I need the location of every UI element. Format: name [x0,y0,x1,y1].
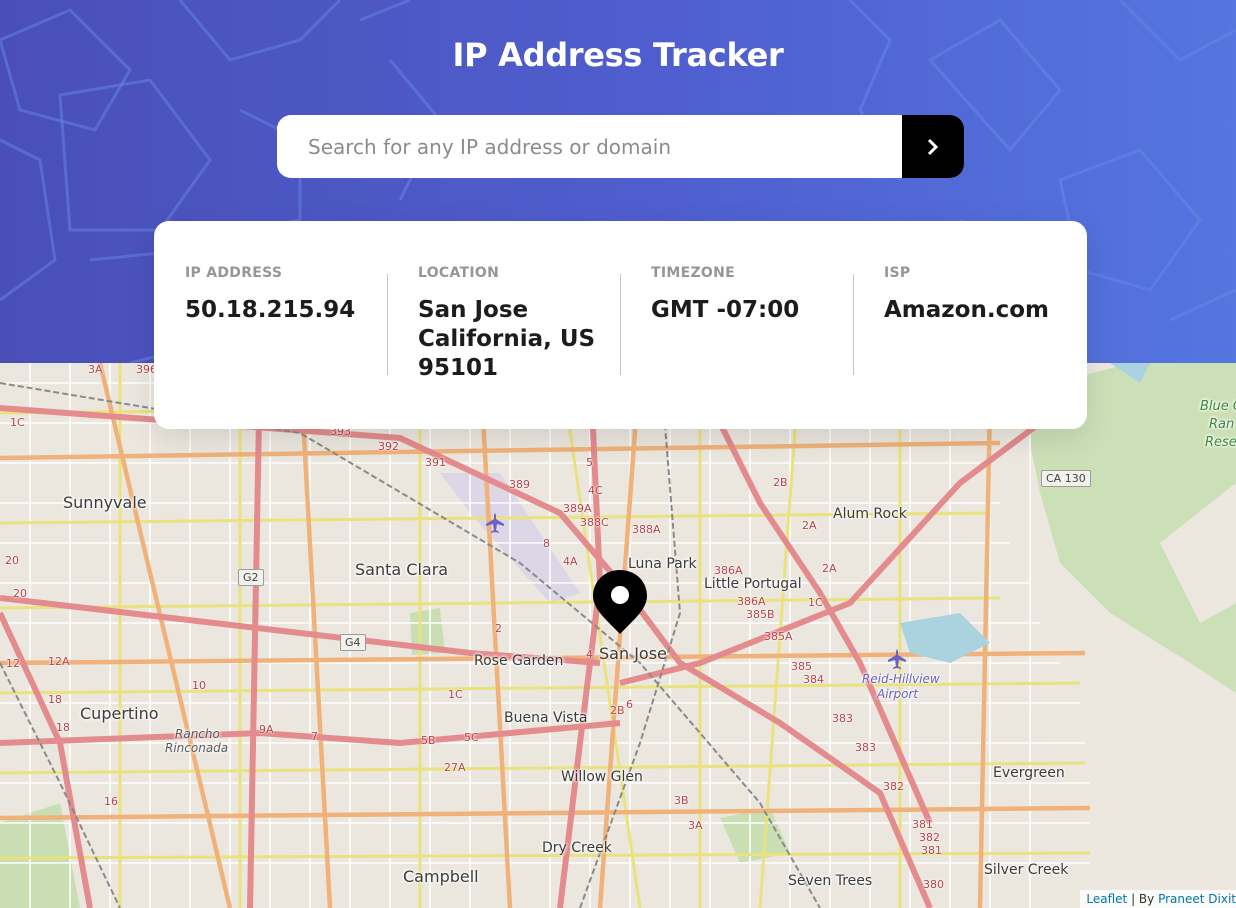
route-number: 5C [464,731,479,744]
route-number: 4C [588,484,603,497]
route-number: 12 [6,657,20,670]
route-number: 383 [832,712,853,725]
route-shield: G2 [238,569,264,586]
place-label: Buena Vista [504,710,588,726]
place-label: Ran [1209,417,1235,432]
route-number: 385A [764,630,793,643]
search-bar [277,115,964,178]
chevron-right-icon [927,138,939,155]
route-number: 12A [48,655,70,668]
route-number: 18 [48,693,62,706]
route-number: 7 [311,730,318,743]
route-number: 8 [543,537,550,550]
route-number: 16 [104,795,118,808]
route-number: 27A [444,761,466,774]
route-number: 389A [563,502,592,515]
route-number: 2A [802,519,817,532]
timezone-label: TIMEZONE [651,265,735,281]
info-ip-address: IP ADDRESS 50.18.215.94 [154,265,387,429]
ip-info-card: IP ADDRESS 50.18.215.94 LOCATION San Jos… [154,221,1087,429]
place-label: Alum Rock [833,506,907,522]
place-label: Sunnyvale [63,493,147,512]
timezone-value: GMT -07:00 [651,297,800,323]
route-number: 1C [10,416,25,429]
ip-address-value: 50.18.215.94 [185,297,356,323]
route-number: 6 [626,698,633,711]
route-number: 2B [610,704,625,717]
route-number: 2B [773,476,788,489]
page-title: IP Address Tracker [452,36,784,74]
route-number: 2 [495,622,502,635]
info-isp: ISP Amazon.com [853,265,1086,429]
route-number: 381 [921,844,942,857]
place-label: Rese [1205,435,1236,450]
leaflet-link[interactable]: Leaflet [1086,892,1127,906]
route-number: 4 [586,648,593,661]
search-submit-button[interactable] [902,115,964,178]
isp-label: ISP [884,265,911,281]
route-number: 3A [688,819,703,832]
place-label: Rinconada [165,741,229,755]
map-view[interactable]: Sunnyvale Santa Clara San Jose Cupertino… [0,363,1236,908]
place-label: Rose Garden [474,653,564,669]
route-number: 391 [425,456,446,469]
place-label: Little Portugal [704,576,802,592]
author-link[interactable]: Praneet Dixit [1158,892,1236,906]
place-label: Cupertino [80,704,159,723]
route-number: 384 [803,673,824,686]
place-label: Willow Glen [561,769,643,785]
place-label: Evergreen [993,765,1065,781]
place-label: Campbell [403,867,479,886]
route-number: 386A [737,595,766,608]
place-label: Dry Creek [542,840,612,856]
search-input[interactable] [277,115,902,178]
isp-value: Amazon.com [884,297,1049,323]
route-number: 386A [714,564,743,577]
route-number: 1C [808,596,823,609]
location-label: LOCATION [418,265,500,281]
route-number: 1C [448,688,463,701]
route-shield: CA 130 [1041,470,1091,487]
route-number: 388C [580,516,609,529]
route-number: 389 [509,478,530,491]
route-number: 385 [791,660,812,673]
route-number: 381 [912,818,933,831]
location-value: San Jose California, US 95101 [418,297,596,381]
place-label: Santa Clara [355,560,449,579]
route-number: 385B [746,608,775,621]
route-number: 5 [586,456,593,469]
place-label: Airport [877,687,919,701]
route-number: 388A [632,523,661,536]
place-label: Rancho [175,727,220,741]
route-number: 5B [421,734,436,747]
route-number: 18 [56,721,70,734]
place-label: Silver Creek [984,862,1069,878]
place-label: Reid-Hillview [862,672,940,686]
location-pin-icon[interactable] [591,568,649,636]
info-location: LOCATION San Jose California, US 95101 [387,265,620,429]
route-number: 3A [88,363,103,376]
route-number: 20 [5,554,19,567]
route-number: 382 [919,831,940,844]
route-number: 20 [13,587,27,600]
place-label: Seven Trees [788,873,873,889]
route-shield: G4 [340,634,366,651]
map-attribution: Leaflet | By Praneet Dixit [1080,890,1236,908]
route-number: 380 [923,878,944,891]
info-timezone: TIMEZONE GMT -07:00 [620,265,853,429]
route-number: 10 [192,679,206,692]
route-number: 2A [822,562,837,575]
attribution-separator: | By [1127,892,1159,906]
route-number: 4A [563,555,578,568]
route-number: 392 [378,440,399,453]
route-number: 383 [855,741,876,754]
route-number: 9A [259,723,274,736]
ip-address-label: IP ADDRESS [185,265,283,281]
place-label: San Jose [599,644,667,663]
route-number: 3B [674,794,689,807]
place-label: Blue O [1200,399,1236,414]
route-number: 382 [883,780,904,793]
airport-icon [888,649,906,669]
